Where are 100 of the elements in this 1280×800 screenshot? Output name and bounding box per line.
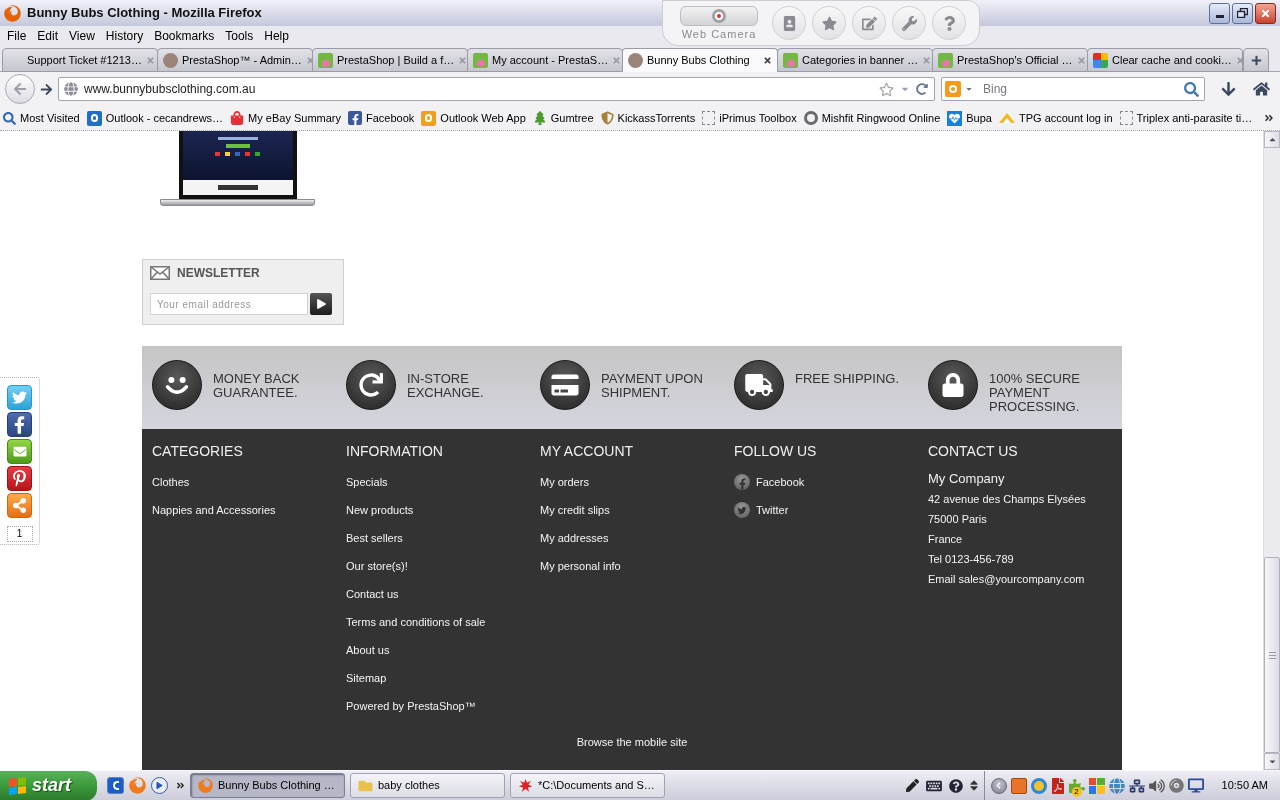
menu-item[interactable]: Bookmarks xyxy=(154,29,215,44)
reassurance-text: 100% SECURE PAYMENT PROCESSING. xyxy=(989,372,1082,414)
footer-link[interactable]: Sitemap xyxy=(346,671,387,685)
pdf-icon[interactable] xyxy=(1050,777,1065,794)
bookmark-item[interactable]: My eBay Summary xyxy=(230,109,342,127)
bookmark-item[interactable]: Triplex anti-parasite ti… xyxy=(1119,109,1253,127)
menu-item[interactable]: Help xyxy=(264,29,289,44)
taskbar-task[interactable]: baby clothes xyxy=(350,773,505,798)
browser-tab[interactable]: PrestaShop's Official … xyxy=(932,48,1088,72)
menu-item[interactable]: Edit xyxy=(37,29,59,44)
taskbar-task[interactable]: Bunny Bubs Clothing … xyxy=(190,773,345,798)
double-chevron-icon[interactable] xyxy=(176,781,185,790)
browser-tab[interactable]: Clear cache and cooki… xyxy=(1087,48,1243,72)
monitor-icon[interactable] xyxy=(1187,778,1204,793)
footer-link[interactable]: Nappies and Accessories xyxy=(152,503,276,517)
menu-item[interactable]: Tools xyxy=(225,29,254,44)
tiles-icon[interactable] xyxy=(1088,777,1105,794)
menu-item[interactable]: View xyxy=(69,29,95,44)
new-tab-button[interactable] xyxy=(1243,48,1269,72)
footer-link[interactable]: My credit slips xyxy=(540,503,610,517)
facebook-icon xyxy=(348,111,363,125)
bookmark-item[interactable]: KickassTorrents xyxy=(600,109,696,127)
edit-button[interactable] xyxy=(852,6,886,40)
menu-item[interactable]: History xyxy=(105,29,144,44)
email-field[interactable]: Your email address xyxy=(150,293,308,315)
facebook-icon[interactable] xyxy=(7,412,32,437)
help-button[interactable] xyxy=(932,6,966,40)
avatar-icon xyxy=(163,52,178,68)
bookmark-item[interactable]: TPG account log in xyxy=(998,109,1113,127)
keyboard-icon[interactable] xyxy=(925,778,942,793)
footer-link[interactable]: Best sellers xyxy=(346,531,403,545)
social-link[interactable]: Facebook xyxy=(734,474,805,490)
minimize-icon xyxy=(1215,14,1224,18)
show-hidden-icons-button[interactable] xyxy=(990,777,1007,794)
pinterest-icon[interactable] xyxy=(7,466,32,491)
scroll-up-button[interactable] xyxy=(1264,131,1280,148)
speaker-icon[interactable] xyxy=(1148,778,1165,793)
footer-link[interactable]: Terms and conditions of sale xyxy=(346,615,486,629)
taskbar-task[interactable]: *C:\Documents and S… xyxy=(510,773,665,798)
footer-link[interactable]: My orders xyxy=(540,475,589,489)
bookmark-item[interactable]: Gumtree xyxy=(532,109,594,127)
pen-icon[interactable] xyxy=(905,779,919,792)
browser-tab[interactable]: PrestaShop™ - Admin… xyxy=(157,48,313,72)
search-field[interactable]: Bing xyxy=(941,77,1205,101)
bookmark-item[interactable]: Facebook xyxy=(348,109,415,127)
search-icon[interactable] xyxy=(1184,81,1199,97)
browser-tab[interactable]: Bunny Bubs Clothing xyxy=(622,48,778,72)
bookmark-item[interactable]: Outlook Web App xyxy=(421,109,526,127)
bookmark-item[interactable]: Mishfit Ringwood Online xyxy=(803,109,941,127)
browser-tab[interactable]: My account - PrestaS… xyxy=(467,48,623,72)
search-input[interactable]: Bing xyxy=(983,80,1180,98)
app-icon[interactable] xyxy=(1010,777,1027,794)
caret-icon[interactable] xyxy=(965,85,973,93)
restore-icon xyxy=(1237,8,1248,18)
restore-button[interactable] xyxy=(1232,2,1253,24)
wrench-icon xyxy=(901,15,917,31)
app-icon[interactable] xyxy=(107,777,124,794)
browser-tab[interactable]: PrestaShop | Build a f… xyxy=(312,48,468,72)
footer-link[interactable]: Clothes xyxy=(152,475,190,489)
help-icon[interactable] xyxy=(948,778,963,793)
network-icon[interactable] xyxy=(1128,778,1145,793)
footer-link[interactable]: Contact us xyxy=(346,587,399,601)
firefox-logo-icon[interactable] xyxy=(129,777,146,794)
media-player-icon[interactable] xyxy=(151,777,168,794)
bookmark-item[interactable]: Most Visited xyxy=(3,109,80,127)
scroll-down-button[interactable] xyxy=(1264,753,1280,770)
mobile-site-link[interactable]: Browse the mobile site xyxy=(576,735,688,749)
footer-link[interactable]: My addresses xyxy=(540,531,609,545)
footer-link[interactable]: Specials xyxy=(346,475,388,489)
browser-tab[interactable]: Categories in banner … xyxy=(777,48,933,72)
bookmark-item[interactable]: Bupa xyxy=(947,109,992,127)
close-button[interactable] xyxy=(1255,2,1276,24)
minimize-button[interactable] xyxy=(1209,2,1230,24)
site-logo-icon xyxy=(938,52,953,68)
scrollbar-thumb[interactable] xyxy=(1264,557,1280,753)
footer-link[interactable]: My personal info xyxy=(540,559,621,573)
footer-link[interactable]: Powered by PrestaShop™ xyxy=(346,699,476,713)
close-icon[interactable] xyxy=(763,55,772,65)
menu-item[interactable]: File xyxy=(7,29,27,44)
bookmark-star-icon[interactable] xyxy=(879,81,894,97)
up-down-arrows-icon[interactable] xyxy=(969,779,978,792)
settings-button[interactable] xyxy=(892,6,926,40)
address-field[interactable]: www.bunnybubsclothing.com.au xyxy=(58,77,935,101)
footer-link[interactable]: About us xyxy=(346,643,390,657)
portrait-button[interactable] xyxy=(772,6,806,40)
bookmark-item[interactable]: Outlook - cecandrews… xyxy=(86,109,224,127)
submit-button[interactable] xyxy=(310,293,332,315)
browser-tab[interactable]: Support Ticket #1213… xyxy=(2,48,158,72)
reassurance-text: MONEY BACK GUARANTEE. xyxy=(213,372,301,400)
favorites-button[interactable] xyxy=(812,6,846,40)
bookmark-item[interactable]: iPrimus Toolbox xyxy=(702,109,797,127)
email-icon[interactable] xyxy=(7,439,32,464)
double-chevron-icon[interactable] xyxy=(1264,113,1274,123)
start-button[interactable]: start xyxy=(0,770,97,800)
share-icon[interactable] xyxy=(7,493,32,518)
newsletter-title: NEWSLETTER xyxy=(177,266,260,280)
reload-icon[interactable] xyxy=(916,83,928,95)
social-link[interactable]: Twitter xyxy=(734,502,789,518)
footer-link[interactable]: Our store(s)! xyxy=(346,559,408,573)
footer-link[interactable]: New products xyxy=(346,503,414,517)
